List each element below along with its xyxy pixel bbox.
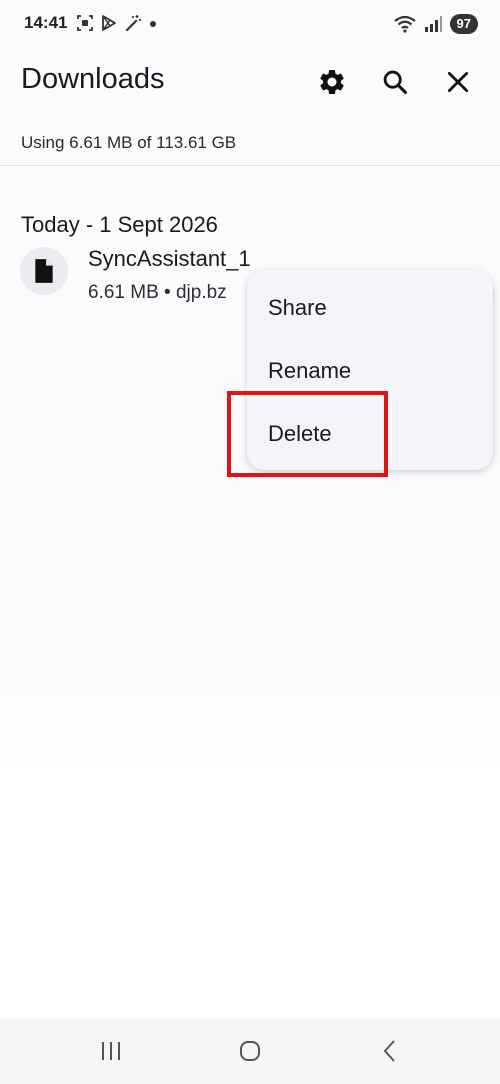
recent-apps-button[interactable] xyxy=(91,1034,131,1068)
search-icon xyxy=(383,70,408,95)
file-name: SyncAssistant_1 xyxy=(88,246,251,271)
gear-icon xyxy=(320,69,344,94)
close-button[interactable] xyxy=(438,62,478,102)
play-store-icon xyxy=(102,15,116,31)
status-time: 14:41 xyxy=(24,13,68,32)
file-thumbnail xyxy=(20,247,68,295)
dot-icon xyxy=(150,21,156,27)
navigation-bar xyxy=(0,1018,500,1084)
home-icon xyxy=(240,1041,260,1061)
recent-apps-icon xyxy=(102,1042,120,1060)
search-button[interactable] xyxy=(375,62,415,102)
wifi-icon xyxy=(393,15,416,33)
storage-summary: Using 6.61 MB of 113.61 GB xyxy=(0,118,500,166)
status-system-icons: 97 xyxy=(393,13,478,35)
home-button[interactable] xyxy=(230,1034,270,1068)
app-bar: Downloads xyxy=(0,48,500,118)
file-meta: 6.61 MB • djp.bz xyxy=(88,282,227,303)
back-button[interactable] xyxy=(370,1034,410,1068)
battery-icon: 97 xyxy=(449,14,478,34)
status-notification-icons xyxy=(76,13,158,33)
back-icon xyxy=(384,1040,395,1062)
screenshot-icon xyxy=(77,15,93,31)
delete-highlight-box xyxy=(227,391,388,477)
magic-wand-icon xyxy=(125,15,141,32)
settings-button[interactable] xyxy=(312,62,352,102)
signal-icon xyxy=(424,16,442,32)
document-icon xyxy=(35,259,53,283)
storage-usage-text: Using 6.61 MB of 113.61 GB xyxy=(21,133,237,152)
date-section-header: Today - 1 Sept 2026 xyxy=(21,212,218,237)
status-bar: 14:41 97 xyxy=(0,0,500,48)
page-title: Downloads xyxy=(21,63,165,95)
close-icon xyxy=(447,71,469,93)
menu-item-share[interactable]: Share xyxy=(247,277,493,339)
